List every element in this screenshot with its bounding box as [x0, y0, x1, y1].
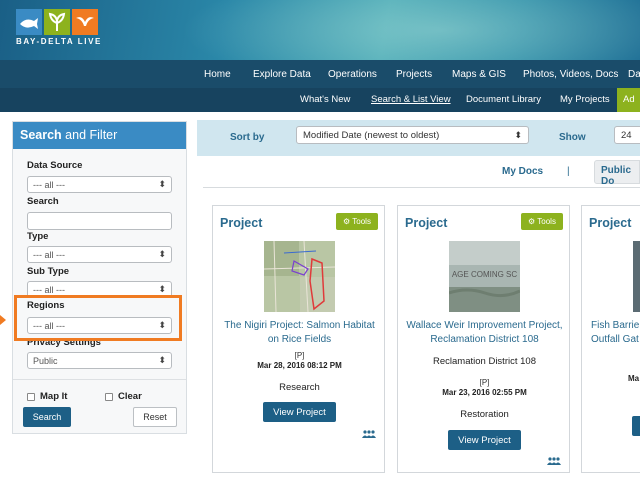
- tab-public-docs[interactable]: Public Do: [594, 160, 640, 187]
- show-count-select[interactable]: 24: [614, 126, 640, 144]
- type-select[interactable]: --- all --- ⬍: [27, 246, 172, 263]
- search-button[interactable]: Search: [23, 407, 71, 427]
- regions-highlight-box: [14, 295, 182, 341]
- logo-wordmark: BAY-DELTA LIVE: [16, 37, 102, 46]
- clear-checkbox[interactable]: Clear: [105, 391, 142, 402]
- nav-projects[interactable]: Projects: [396, 69, 432, 80]
- subnav-my-projects[interactable]: My Projects: [560, 94, 610, 105]
- privacy-code: [P]: [294, 351, 305, 360]
- header-water-backdrop: [180, 0, 640, 60]
- checkbox-box: [105, 392, 113, 401]
- view-project-button[interactable]: [632, 416, 640, 436]
- nav-data-cut[interactable]: Da: [628, 69, 640, 80]
- nav-photos-videos-docs[interactable]: Photos, Videos, Docs: [523, 69, 618, 80]
- project-category: Research: [279, 382, 320, 393]
- site-logo[interactable]: [16, 9, 98, 35]
- tab-separator: |: [567, 166, 570, 177]
- view-project-button[interactable]: View Project: [448, 430, 521, 450]
- search-filter-panel: Search and Filter Data Source --- all --…: [12, 121, 187, 434]
- subnav-whats-new[interactable]: What's New: [300, 94, 350, 105]
- project-thumbnail-cut[interactable]: [633, 241, 640, 312]
- show-label: Show: [559, 132, 586, 143]
- project-name-link[interactable]: The Nigiri Project: Salmon Habitat on Ric…: [217, 319, 382, 347]
- project-name-link[interactable]: Wallace Weir Improvement Project, Reclama…: [402, 319, 567, 347]
- view-project-button[interactable]: View Project: [263, 402, 336, 422]
- tab-my-docs[interactable]: My Docs: [502, 166, 543, 177]
- updown-caret-icon: ⬍: [158, 284, 166, 294]
- updown-caret-icon: ⬍: [514, 130, 522, 140]
- project-card: Project ⚙ Tools The Nigiri Project: Salm…: [212, 205, 385, 473]
- panel-title: Search and Filter: [13, 122, 186, 149]
- nav-explore-data[interactable]: Explore Data: [253, 69, 311, 80]
- modified-date: Mar 28, 2016 08:12 PM: [257, 361, 342, 370]
- project-name-link[interactable]: Fish Barrie Outfall Gat: [591, 319, 639, 347]
- project-category: Restoration: [460, 409, 509, 420]
- card-type: Project: [220, 216, 263, 230]
- type-label: Type: [27, 231, 49, 242]
- search-input[interactable]: [27, 212, 172, 230]
- modified-date: Ma: [628, 374, 640, 383]
- sort-by-label: Sort by: [230, 132, 265, 143]
- nav-home[interactable]: Home: [204, 69, 231, 80]
- project-card: Project Fish Barrie Outfall Gat Ma: [581, 205, 640, 473]
- search-label: Search: [27, 196, 59, 207]
- modified-date: Mar 23, 2016 02:55 PM: [442, 388, 527, 397]
- nav-operations[interactable]: Operations: [328, 69, 377, 80]
- doc-tabs: My Docs | Public Do: [203, 160, 640, 188]
- updown-caret-icon: ⬍: [158, 249, 166, 259]
- gear-icon: ⚙: [528, 217, 536, 226]
- privacy-select[interactable]: Public ⬍: [27, 352, 172, 369]
- primary-nav: Home Explore Data Operations Projects Ma…: [0, 60, 640, 88]
- sort-select[interactable]: Modified Date (newest to oldest) ⬍: [296, 126, 529, 144]
- project-card: Project ⚙ Tools AGE COMING SC Wallace We…: [397, 205, 570, 473]
- subtype-label: Sub Type: [27, 266, 70, 277]
- data-source-label: Data Source: [27, 160, 83, 171]
- data-source-select[interactable]: --- all --- ⬍: [27, 176, 172, 193]
- project-map-thumbnail[interactable]: [264, 241, 335, 312]
- panel-divider: [13, 379, 186, 380]
- reset-button[interactable]: Reset: [133, 407, 177, 427]
- people-icon: [547, 457, 561, 465]
- subnav-search-list-view[interactable]: Search & List View: [371, 94, 451, 105]
- tools-button[interactable]: ⚙ Tools: [336, 213, 378, 230]
- people-icon: [362, 430, 376, 438]
- highlight-arrow-icon: [0, 315, 6, 325]
- secondary-nav: What's New Search & List View Document L…: [0, 88, 640, 112]
- fish-logo-icon: [16, 9, 42, 35]
- subnav-add-button[interactable]: Ad: [617, 88, 640, 112]
- updown-caret-icon: ⬍: [158, 355, 166, 365]
- checkbox-box: [27, 392, 35, 401]
- nav-maps-gis[interactable]: Maps & GIS: [452, 69, 506, 80]
- updown-caret-icon: ⬍: [158, 179, 166, 189]
- card-type: Project: [405, 216, 448, 230]
- plant-logo-icon: [44, 9, 70, 35]
- site-header: BAY-DELTA LIVE: [0, 0, 640, 60]
- gear-icon: ⚙: [343, 217, 351, 226]
- project-organization: Reclamation District 108: [433, 356, 536, 367]
- card-type: Project: [589, 216, 632, 230]
- bird-logo-icon: [72, 9, 98, 35]
- image-placeholder-text: AGE COMING SC: [451, 270, 518, 279]
- sort-bar: Sort by Modified Date (newest to oldest)…: [197, 120, 640, 156]
- privacy-code: [P]: [479, 378, 490, 387]
- map-it-checkbox[interactable]: Map It: [27, 391, 67, 402]
- subnav-document-library[interactable]: Document Library: [466, 94, 541, 105]
- tools-button[interactable]: ⚙ Tools: [521, 213, 563, 230]
